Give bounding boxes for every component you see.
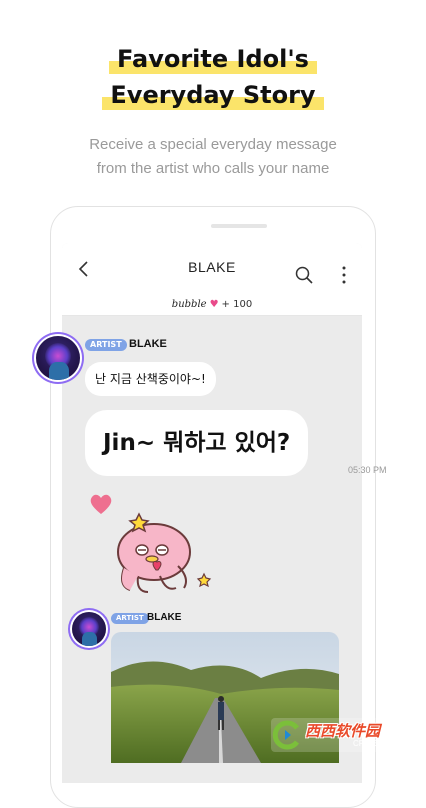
headline-line-2: Everyday Story [102,78,324,112]
artist-badge: ARTIST [85,339,127,351]
search-icon[interactable] [294,265,314,285]
sender-name: BLAKE [147,612,182,623]
subtitle-line-2: from the artist who calls your name [96,160,330,177]
headline-line-1: Favorite Idol's [109,42,317,76]
octopus-sticker[interactable] [108,506,216,596]
bubble-count-bar: bubble ♥ + 100 [62,295,362,316]
subtitle: Receive a special everyday message from … [0,133,426,181]
artist-badge: ARTIST [111,613,149,624]
bubble-count: + 100 [221,299,253,310]
avatar[interactable] [36,336,80,380]
sender-name: BLAKE [129,338,167,350]
chat-title: BLAKE [188,259,236,275]
watermark-subtext: CR173.COM [353,739,399,748]
watermark-logo-icon [272,720,300,750]
bubble-logo: bubble [171,299,207,310]
message-bubble[interactable]: Jin~ 뭐하고 있어? [85,410,309,476]
headline: Favorite Idol's Everyday Story [0,42,426,114]
message-bubble[interactable]: 난 지금 산책중이야~! [85,362,216,396]
more-vertical-icon[interactable] [334,265,354,285]
heart-icon: ♥ [209,299,219,310]
avatar[interactable] [72,612,106,646]
subtitle-line-1: Receive a special everyday message [89,136,337,153]
chat-top-bar: BLAKE [62,243,362,296]
watermark-text: 西西软件园 [305,722,381,740]
message-timestamp: 05:30 PM [348,465,387,475]
watermark: 西西软件园 CR173.COM [271,718,407,752]
phone-speaker [211,224,267,228]
